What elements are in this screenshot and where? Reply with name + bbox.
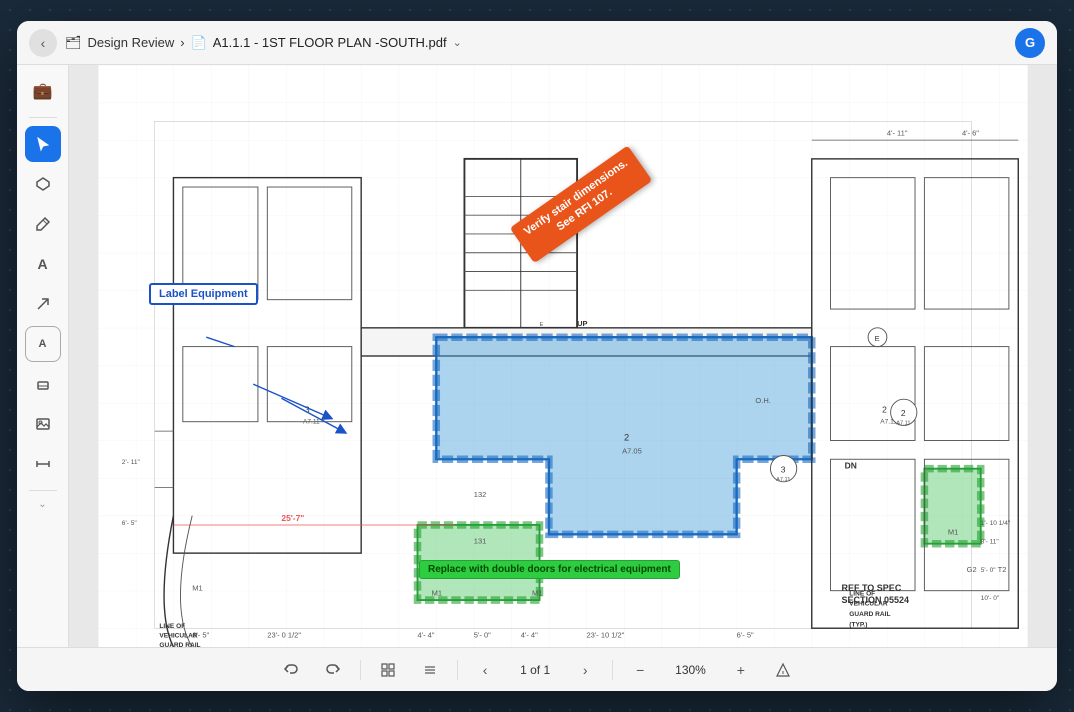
- breadcrumb-separator: ›: [180, 35, 184, 50]
- green-bottom-annotation[interactable]: Replace with double doors for electrical…: [419, 560, 680, 579]
- zoom-level: 130%: [667, 659, 714, 681]
- svg-text:132: 132: [474, 490, 487, 499]
- canvas-area[interactable]: UP E: [69, 65, 1057, 647]
- tool-polygon[interactable]: [25, 166, 61, 202]
- grid-button[interactable]: [373, 655, 403, 685]
- bottom-separator-1: [360, 660, 361, 680]
- svg-text:5'- 0": 5'- 0": [474, 631, 491, 640]
- svg-text:M1: M1: [532, 588, 542, 597]
- toolbar-expand-icon[interactable]: ⌄: [38, 499, 46, 510]
- svg-text:A7.11: A7.11: [303, 419, 320, 426]
- svg-text:T2: T2: [998, 565, 1007, 574]
- app-window: ‹ 🗂 Design Review › 📄 A1.1.1 - 1ST FLOOR…: [17, 21, 1057, 691]
- bottom-toolbar: ‹ 1 of 1 › − 130% +: [17, 647, 1057, 691]
- measure-button[interactable]: [768, 655, 798, 685]
- svg-text:2'- 11": 2'- 11": [122, 459, 141, 466]
- svg-text:23'- 0 1/2": 23'- 0 1/2": [267, 631, 301, 640]
- bottom-separator-3: [612, 660, 613, 680]
- tool-eraser[interactable]: [25, 366, 61, 402]
- svg-text:A7.05: A7.05: [622, 447, 642, 456]
- main-content: 💼 A: [17, 65, 1057, 647]
- list-button[interactable]: [415, 655, 445, 685]
- tool-image[interactable]: [25, 406, 61, 442]
- tool-measure[interactable]: [25, 446, 61, 482]
- user-avatar[interactable]: G: [1015, 28, 1045, 58]
- svg-text:4'- 4": 4'- 4": [418, 631, 435, 640]
- svg-text:M1: M1: [948, 527, 958, 536]
- tool-arrow[interactable]: [25, 286, 61, 322]
- header: ‹ 🗂 Design Review › 📄 A1.1.1 - 1ST FLOOR…: [17, 21, 1057, 65]
- tool-label-text[interactable]: A: [25, 326, 61, 362]
- left-toolbar: 💼 A: [17, 65, 69, 647]
- svg-text:2: 2: [624, 432, 629, 442]
- bottom-separator-2: [457, 660, 458, 680]
- doc-icon: 📄: [191, 35, 207, 51]
- title-chevron-icon[interactable]: ⌄: [453, 36, 462, 49]
- svg-text:23'- 10 1/2": 23'- 10 1/2": [586, 631, 624, 640]
- prev-page-button[interactable]: ‹: [470, 655, 500, 685]
- breadcrumb-icon: 🗂: [65, 35, 82, 51]
- svg-text:LINE OF: LINE OF: [159, 623, 185, 630]
- blue-label-annotation[interactable]: Label Equipment: [149, 283, 258, 305]
- undo-button[interactable]: [276, 655, 306, 685]
- svg-text:E: E: [875, 334, 880, 343]
- svg-text:2: 2: [882, 404, 887, 414]
- zoom-minus-button[interactable]: −: [625, 655, 655, 685]
- redo-button[interactable]: [318, 655, 348, 685]
- breadcrumb: 🗂 Design Review › 📄 A1.1.1 - 1ST FLOOR P…: [65, 35, 462, 51]
- svg-text:M1: M1: [192, 584, 202, 593]
- svg-text:O.H.: O.H.: [755, 396, 770, 405]
- page-indicator: 1 of 1: [512, 659, 558, 681]
- ref-to-spec-text: REF TO SPEC SECTION 05524: [841, 582, 909, 607]
- tool-cursor[interactable]: [25, 126, 61, 162]
- svg-text:3: 3: [781, 464, 786, 474]
- svg-text:VEHICULAR: VEHICULAR: [159, 633, 198, 640]
- svg-text:4'- 11": 4'- 11": [887, 128, 908, 137]
- svg-text:DN: DN: [845, 461, 857, 471]
- svg-text:4'- 6": 4'- 6": [962, 128, 979, 137]
- svg-text:5'- 0": 5'- 0": [981, 567, 997, 574]
- svg-text:6'- 5": 6'- 5": [122, 520, 138, 527]
- zoom-plus-button[interactable]: +: [726, 655, 756, 685]
- svg-text:6'- 5": 6'- 5": [737, 631, 754, 640]
- svg-text:25'-7": 25'-7": [281, 513, 304, 523]
- document-title: A1.1.1 - 1ST FLOOR PLAN -SOUTH.pdf: [213, 35, 447, 50]
- svg-text:GUARD RAIL: GUARD RAIL: [849, 611, 890, 618]
- svg-text:A7.11: A7.11: [896, 421, 910, 427]
- svg-text:M1: M1: [432, 588, 442, 597]
- svg-text:(TYP.): (TYP.): [849, 621, 867, 628]
- svg-text:8'- 11": 8'- 11": [981, 539, 1000, 546]
- svg-text:1'- 10 1/4": 1'- 10 1/4": [981, 520, 1011, 527]
- svg-text:UP: UP: [577, 319, 587, 328]
- svg-text:A7.11: A7.11: [776, 477, 790, 483]
- back-icon: ‹: [41, 35, 46, 51]
- svg-text:G2: G2: [967, 565, 977, 574]
- breadcrumb-parent[interactable]: Design Review: [88, 35, 175, 50]
- back-button[interactable]: ‹: [29, 29, 57, 57]
- svg-text:131: 131: [474, 537, 487, 546]
- svg-text:2: 2: [901, 408, 906, 418]
- tool-pen[interactable]: [25, 206, 61, 242]
- next-page-button[interactable]: ›: [570, 655, 600, 685]
- svg-text:GUARD RAIL: GUARD RAIL: [159, 642, 200, 647]
- toolbar-separator-1: [29, 117, 57, 118]
- toolbar-separator-2: [29, 490, 57, 491]
- svg-text:4'- 4": 4'- 4": [521, 631, 538, 640]
- svg-text:10'- 0": 10'- 0": [981, 595, 1000, 602]
- tool-briefcase[interactable]: 💼: [25, 73, 61, 109]
- svg-text:E: E: [540, 322, 544, 328]
- tool-text[interactable]: A: [25, 246, 61, 282]
